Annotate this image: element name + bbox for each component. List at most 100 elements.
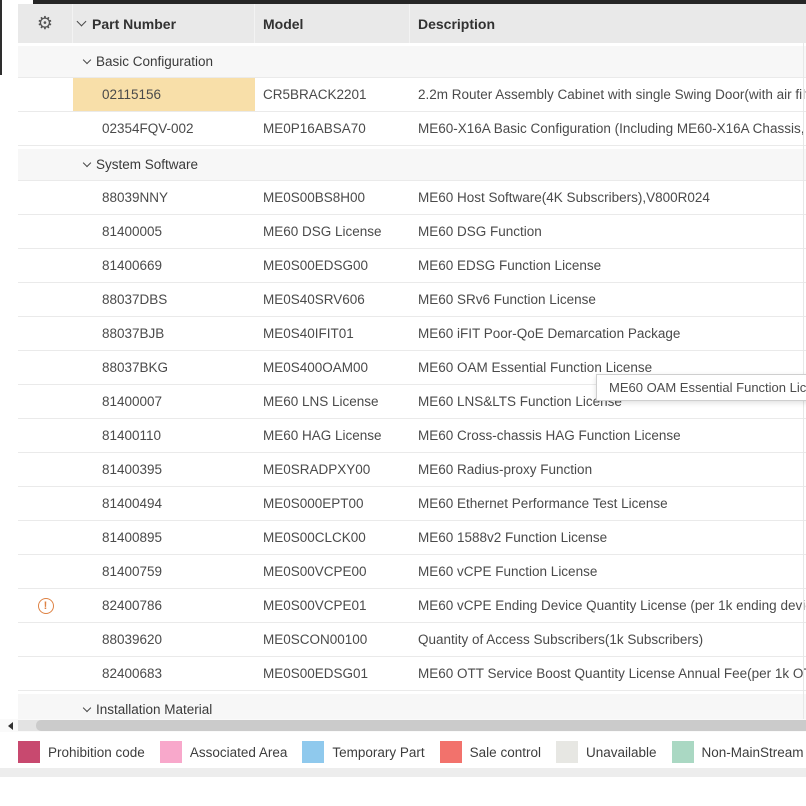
legend-label: Non-MainStream Part <box>702 745 806 760</box>
model-text: ME0S00VCPE01 <box>263 598 367 613</box>
table-row[interactable]: ! 82400786 ME0S00VCPE01 ME60 vCPE Ending… <box>18 589 806 623</box>
legend-item: Temporary Part <box>302 741 424 763</box>
description-text: ME60 OAM Essential Function License <box>418 360 652 375</box>
description-cell: ME60 EDSG Function License <box>410 249 806 282</box>
table-row[interactable]: 81400005 ME60 DSG License ME60 DSG Funct… <box>18 215 806 249</box>
legend-label: Prohibition code <box>48 745 145 760</box>
part-number-text: 81400007 <box>102 394 162 409</box>
part-number-cell: 81400895 <box>73 521 255 554</box>
description-text: ME60 Host Software(4K Subscribers),V800R… <box>418 190 710 205</box>
description-cell: ME60 1588v2 Function License <box>410 521 806 554</box>
chevron-down-icon[interactable] <box>83 703 91 711</box>
description-cell: Quantity of Access Subscribers(1k Subscr… <box>410 623 806 656</box>
row-gutter-cell <box>18 249 73 282</box>
chevron-down-icon[interactable] <box>83 55 91 63</box>
part-number-text: 88037BJB <box>102 326 164 341</box>
scroll-left-arrow-icon[interactable] <box>8 722 13 730</box>
model-text: ME60 LNS License <box>263 394 379 409</box>
part-number-cell: 81400759 <box>73 555 255 588</box>
model-cell: ME0S00EDSG00 <box>255 249 410 282</box>
scrollbar-thumb[interactable] <box>36 720 806 731</box>
description-cell: ME60 Ethernet Performance Test License <box>410 487 806 520</box>
warning-icon[interactable]: ! <box>38 598 54 614</box>
legend-swatch <box>556 741 578 763</box>
model-cell: ME0S00CLCK00 <box>255 521 410 554</box>
part-number-cell: 81400005 <box>73 215 255 248</box>
description-text: 2.2m Router Assembly Cabinet with single… <box>418 87 806 102</box>
legend-swatch <box>302 741 324 763</box>
row-gutter-cell <box>18 657 73 690</box>
group-row[interactable]: Basic Configuration <box>18 43 806 78</box>
table-row[interactable]: 81400669 ME0S00EDSG00 ME60 EDSG Function… <box>18 249 806 283</box>
description-text: Quantity of Access Subscribers(1k Subscr… <box>418 632 703 647</box>
column-label-model: Model <box>263 16 303 32</box>
part-number-cell: 81400494 <box>73 487 255 520</box>
model-cell: ME0S00VCPE00 <box>255 555 410 588</box>
model-text: ME0S00VCPE00 <box>263 564 367 579</box>
table-row[interactable]: 81400759 ME0S00VCPE00 ME60 vCPE Function… <box>18 555 806 589</box>
row-gutter-cell <box>18 555 73 588</box>
model-cell: ME0P16ABSA70 <box>255 112 410 145</box>
table-row[interactable]: 88037DBS ME0S40SRV606 ME60 SRv6 Function… <box>18 283 806 317</box>
group-row[interactable]: System Software <box>18 146 806 181</box>
model-cell: CR5BRACK2201 <box>255 78 410 111</box>
row-gutter-cell <box>18 419 73 452</box>
table-row[interactable]: 81400895 ME0S00CLCK00 ME60 1588v2 Functi… <box>18 521 806 555</box>
table-row[interactable]: 02115156 CR5BRACK2201 2.2m Router Assemb… <box>18 78 806 112</box>
part-number-text: 82400683 <box>102 666 162 681</box>
part-number-text: 02115156 <box>102 87 161 102</box>
part-number-cell: 88039620 <box>73 623 255 656</box>
chevron-down-icon[interactable] <box>83 158 91 166</box>
description-cell: ME60 vCPE Function License <box>410 555 806 588</box>
table-row[interactable]: 88039620 ME0SCON00100 Quantity of Access… <box>18 623 806 657</box>
part-number-cell: 02115156 <box>73 78 255 111</box>
description-text: ME60 DSG Function <box>418 224 542 239</box>
description-text: ME60 vCPE Function License <box>418 564 597 579</box>
description-cell: ME60 SRv6 Function License <box>410 283 806 316</box>
part-number-text: 88039620 <box>102 632 162 647</box>
part-number-text: 81400395 <box>102 462 162 477</box>
description-text: ME60 LNS&LTS Function License <box>418 394 622 409</box>
legend-item: Non-MainStream Part <box>672 741 806 763</box>
part-number-cell: 81400007 <box>73 385 255 418</box>
table-row[interactable]: 88039NNY ME0S00BS8H00 ME60 Host Software… <box>18 181 806 215</box>
table-row[interactable]: 02354FQV-002 ME0P16ABSA70 ME60-X16A Basi… <box>18 112 806 146</box>
description-text: ME60 Ethernet Performance Test License <box>418 496 668 511</box>
description-text: ME60 Cross-chassis HAG Function License <box>418 428 681 443</box>
model-cell: ME0S40IFIT01 <box>255 317 410 350</box>
table-row[interactable]: 82400683 ME0S00EDSG01 ME60 OTT Service B… <box>18 657 806 691</box>
model-cell: ME60 DSG License <box>255 215 410 248</box>
row-gutter-cell <box>18 317 73 350</box>
column-header-model[interactable]: Model <box>255 4 410 43</box>
description-text: ME60-X16A Basic Configuration (Including… <box>418 121 806 136</box>
table-row[interactable]: 81400395 ME0SRADPXY00 ME60 Radius-proxy … <box>18 453 806 487</box>
description-text: ME60 OTT Service Boost Quantity License … <box>418 666 806 681</box>
column-header-description[interactable]: Description <box>410 4 806 43</box>
model-cell: ME0SCON00100 <box>255 623 410 656</box>
model-cell: ME60 LNS License <box>255 385 410 418</box>
table-row[interactable]: 88037BJB ME0S40IFIT01 ME60 iFIT Poor-QoE… <box>18 317 806 351</box>
description-text: ME60 EDSG Function License <box>418 258 601 273</box>
table-row[interactable]: 81400110 ME60 HAG License ME60 Cross-cha… <box>18 419 806 453</box>
gear-icon[interactable]: ⚙ <box>37 15 53 33</box>
table-row[interactable]: 81400494 ME0S000EPT00 ME60 Ethernet Perf… <box>18 487 806 521</box>
legend-swatch <box>160 741 182 763</box>
row-gutter-cell <box>18 78 73 111</box>
model-text: CR5BRACK2201 <box>263 87 367 102</box>
model-text: ME60 HAG License <box>263 428 382 443</box>
legend-item: Prohibition code <box>18 741 145 763</box>
row-gutter-cell <box>18 215 73 248</box>
row-gutter-cell <box>18 521 73 554</box>
column-label-part-number: Part Number <box>92 16 176 32</box>
row-gutter-cell <box>18 487 73 520</box>
column-header-part-number[interactable]: Part Number <box>73 4 255 43</box>
description-cell: ME60 Host Software(4K Subscribers),V800R… <box>410 181 806 214</box>
group-row[interactable]: Installation Material <box>18 691 806 719</box>
description-text: ME60 1588v2 Function License <box>418 530 607 545</box>
settings-button[interactable]: ⚙ <box>18 4 73 43</box>
model-cell: ME0S000EPT00 <box>255 487 410 520</box>
legend-swatch <box>672 741 694 763</box>
legend-swatch <box>440 741 462 763</box>
model-cell: ME0SRADPXY00 <box>255 453 410 486</box>
horizontal-scrollbar[interactable] <box>0 719 806 732</box>
